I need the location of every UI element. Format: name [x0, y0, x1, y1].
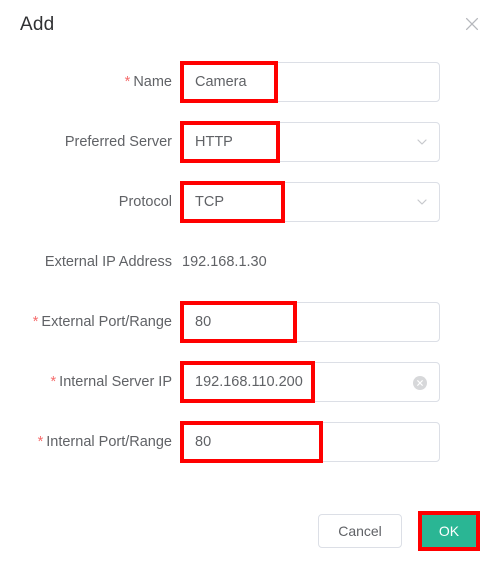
form-row: Preferred Server HTTP [0, 121, 500, 182]
close-icon[interactable] [462, 14, 482, 34]
form-row: Protocol TCP [0, 181, 500, 242]
form-label: Preferred Server [0, 122, 172, 162]
form-row: * External Port/Range 80 [0, 301, 500, 362]
field-value: 192.168.110.200 [195, 374, 303, 390]
form-label-text: Name [133, 74, 172, 90]
field-value: Camera [195, 74, 247, 90]
select-field[interactable]: TCP [180, 182, 440, 222]
form-label: External IP Address [0, 242, 172, 282]
form-label-text: Protocol [118, 194, 172, 210]
form-label-text: Preferred Server [64, 134, 172, 150]
required-asterisk: * [37, 434, 44, 450]
field-value: HTTP [195, 134, 233, 150]
form-row: * Internal Port/Range 80 [0, 421, 500, 482]
required-asterisk: * [50, 374, 57, 390]
form-label-text: External IP Address [44, 254, 172, 270]
dialog-footer: Cancel OK [0, 500, 500, 576]
form-label-text: External Port/Range [41, 314, 172, 330]
add-form: * Name Camera Preferred Server HTTP Protocol T… [0, 61, 500, 482]
field-value: 80 [195, 434, 212, 450]
select-field[interactable]: HTTP [180, 122, 440, 162]
form-label: * Internal Port/Range [0, 422, 172, 462]
form-row: External IP Address 192.168.1.30 [0, 242, 500, 302]
form-label-text: Internal Port/Range [46, 434, 172, 450]
text-input-field[interactable]: Camera [180, 62, 440, 102]
page-title: Add [20, 14, 55, 35]
cancel-button[interactable]: Cancel [318, 514, 402, 548]
chevron-down-icon[interactable] [415, 135, 429, 149]
form-row: * Internal Server IP 192.168.110.200 [0, 361, 500, 422]
form-label: Protocol [0, 182, 172, 222]
chevron-down-icon[interactable] [415, 195, 429, 209]
text-input-field[interactable]: 80 [180, 422, 440, 462]
text-input-field[interactable]: 80 [180, 302, 440, 342]
form-label: * External Port/Range [0, 302, 172, 342]
form-label: * Internal Server IP [0, 362, 172, 402]
add-port-forwarding-dialog: Add * Name Camera Preferred Server HTTP Proto… [0, 0, 500, 576]
required-asterisk: * [32, 314, 39, 330]
text-input-field[interactable]: 192.168.110.200 [180, 362, 440, 402]
field-value: TCP [195, 194, 224, 210]
field-value: 80 [195, 314, 212, 330]
external-ip-address-value: 192.168.1.30 [182, 254, 267, 270]
form-label-text: Internal Server IP [59, 374, 172, 390]
clear-icon[interactable] [413, 376, 427, 390]
form-row: * Name Camera [0, 61, 500, 122]
dialog-header: Add [0, 0, 500, 56]
ok-button[interactable]: OK [421, 514, 477, 548]
form-label: * Name [0, 62, 172, 102]
required-asterisk: * [124, 74, 131, 90]
